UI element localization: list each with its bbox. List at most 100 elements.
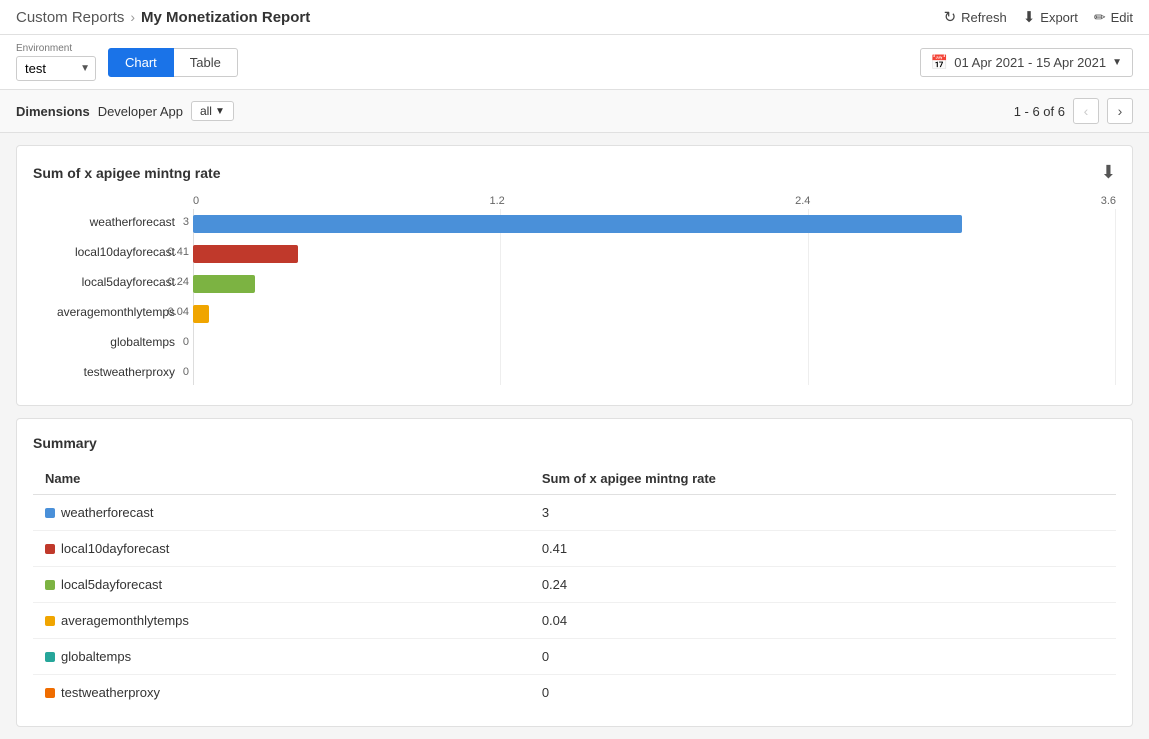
bar-value-3: 0.04 — [145, 299, 189, 325]
col-name-header: Name — [33, 463, 530, 495]
export-button[interactable]: ⬇ Export — [1023, 8, 1078, 26]
bar-row-2: local5dayforecast 0.24 — [193, 269, 1116, 295]
chart-card: Sum of x apigee mintng rate ⬇ 0 1.2 2.4 … — [16, 145, 1133, 406]
pagination-text: 1 - 6 of 6 — [1014, 104, 1065, 119]
summary-title: Summary — [33, 435, 97, 451]
bar-value-5: 0 — [145, 359, 189, 385]
env-select[interactable]: test prod — [16, 56, 96, 81]
bar-value-1: 0.41 — [145, 239, 189, 265]
chevron-down-icon: ▼ — [1112, 57, 1122, 68]
bar-row-4: globaltemps 0 — [193, 329, 1116, 355]
row-name-0: weatherforecast — [61, 505, 154, 520]
summary-table: Name Sum of x apigee mintng rate weather… — [33, 463, 1116, 710]
bar-3 — [193, 305, 209, 323]
tab-chart[interactable]: Chart — [108, 48, 174, 77]
refresh-icon: ↻ — [944, 8, 957, 26]
dimensions-bar: Dimensions Developer App all ▼ 1 - 6 of … — [0, 90, 1149, 133]
filter-value: all — [200, 104, 212, 118]
edit-button[interactable]: ✏ Edit — [1094, 9, 1133, 26]
row-name-1: local10dayforecast — [61, 541, 169, 556]
date-range-selector[interactable]: 📅 01 Apr 2021 - 15 Apr 2021 ▼ — [920, 48, 1133, 77]
summary-row-2: local5dayforecast 0.24 — [33, 567, 1116, 603]
chart-card-header: Sum of x apigee mintng rate ⬇ — [33, 162, 1116, 183]
bar-0 — [193, 215, 962, 233]
prev-page-button[interactable]: ‹ — [1073, 98, 1099, 124]
summary-row-1: local10dayforecast 0.41 — [33, 531, 1116, 567]
calendar-icon: 📅 — [931, 54, 948, 71]
row-name-3: averagemonthlytemps — [61, 613, 189, 628]
bar-value-2: 0.24 — [145, 269, 189, 295]
color-indicator-3 — [45, 616, 55, 626]
color-indicator-2 — [45, 580, 55, 590]
environment-selector: Environment test prod ▼ — [16, 43, 96, 81]
chevron-down-icon: ▼ — [215, 106, 225, 117]
export-icon: ⬇ — [1023, 8, 1036, 26]
summary-cell-value-1: 0.41 — [530, 531, 1116, 567]
bar-value-0: 3 — [145, 209, 189, 235]
color-indicator-0 — [45, 508, 55, 518]
breadcrumb-separator: › — [130, 9, 135, 25]
view-tabs: Chart Table — [108, 48, 238, 77]
row-name-4: globaltemps — [61, 649, 131, 664]
tab-table[interactable]: Table — [174, 48, 238, 77]
col-value-header: Sum of x apigee mintng rate — [530, 463, 1116, 495]
summary-cell-name-4: globaltemps — [33, 639, 530, 675]
summary-cell-name-3: averagemonthlytemps — [33, 603, 530, 639]
breadcrumb-current: My Monetization Report — [141, 9, 310, 26]
toolbar-left: Environment test prod ▼ Chart Table — [16, 43, 238, 81]
row-name-2: local5dayforecast — [61, 577, 162, 592]
axis-labels: 0 1.2 2.4 3.6 — [193, 195, 1116, 207]
axis-label-1: 1.2 — [489, 195, 504, 207]
summary-cell-value-4: 0 — [530, 639, 1116, 675]
refresh-label: Refresh — [961, 10, 1007, 25]
summary-row-4: globaltemps 0 — [33, 639, 1116, 675]
bar-value-4: 0 — [145, 329, 189, 355]
edit-label: Edit — [1111, 10, 1133, 25]
date-range-value: 01 Apr 2021 - 15 Apr 2021 — [954, 55, 1106, 70]
chart-axis: 0 1.2 2.4 3.6 — [33, 195, 1116, 207]
axis-label-0: 0 — [193, 195, 199, 207]
dimensions-name: Developer App — [98, 104, 183, 119]
header: Custom Reports › My Monetization Report … — [0, 0, 1149, 35]
summary-cell-name-2: local5dayforecast — [33, 567, 530, 603]
summary-row-0: weatherforecast 3 — [33, 495, 1116, 531]
header-actions: ↻ Refresh ⬇ Export ✏ Edit — [944, 8, 1133, 26]
chart-bars-area: weatherforecast 3 local10dayforecast 0.4… — [33, 209, 1116, 385]
axis-label-2: 2.4 — [795, 195, 810, 207]
bar-2 — [193, 275, 255, 293]
color-indicator-5 — [45, 688, 55, 698]
bar-row-3: averagemonthlytemps 0.04 — [193, 299, 1116, 325]
dimensions-left: Dimensions Developer App all ▼ — [16, 101, 234, 121]
bar-row-5: testweatherproxy 0 — [193, 359, 1116, 385]
summary-cell-name-1: local10dayforecast — [33, 531, 530, 567]
bar-row-1: local10dayforecast 0.41 — [193, 239, 1116, 265]
pagination: 1 - 6 of 6 ‹ › — [1014, 98, 1133, 124]
breadcrumb: Custom Reports › My Monetization Report — [16, 9, 310, 26]
bar-1 — [193, 245, 298, 263]
axis-label-3: 3.6 — [1101, 195, 1116, 207]
chart-title: Sum of x apigee mintng rate — [33, 165, 220, 181]
row-name-5: testweatherproxy — [61, 685, 160, 700]
refresh-button[interactable]: ↻ Refresh — [944, 8, 1007, 26]
filter-selector[interactable]: all ▼ — [191, 101, 234, 121]
bar-row-0: weatherforecast 3 — [193, 209, 1116, 235]
edit-icon: ✏ — [1094, 9, 1106, 26]
summary-header: Summary — [33, 435, 1116, 451]
summary-cell-value-3: 0.04 — [530, 603, 1116, 639]
dimensions-label: Dimensions — [16, 104, 90, 119]
main-content: Sum of x apigee mintng rate ⬇ 0 1.2 2.4 … — [0, 133, 1149, 739]
export-label: Export — [1040, 10, 1078, 25]
summary-cell-name-0: weatherforecast — [33, 495, 530, 531]
summary-cell-value-5: 0 — [530, 675, 1116, 711]
summary-row-3: averagemonthlytemps 0.04 — [33, 603, 1116, 639]
summary-card: Summary Name Sum of x apigee mintng rate… — [16, 418, 1133, 727]
env-label: Environment — [16, 43, 96, 54]
summary-table-header-row: Name Sum of x apigee mintng rate — [33, 463, 1116, 495]
breadcrumb-parent[interactable]: Custom Reports — [16, 9, 124, 26]
color-indicator-4 — [45, 652, 55, 662]
next-page-button[interactable]: › — [1107, 98, 1133, 124]
download-button[interactable]: ⬇ — [1101, 162, 1116, 183]
summary-cell-value-2: 0.24 — [530, 567, 1116, 603]
toolbar: Environment test prod ▼ Chart Table 📅 01… — [0, 35, 1149, 90]
summary-cell-name-5: testweatherproxy — [33, 675, 530, 711]
